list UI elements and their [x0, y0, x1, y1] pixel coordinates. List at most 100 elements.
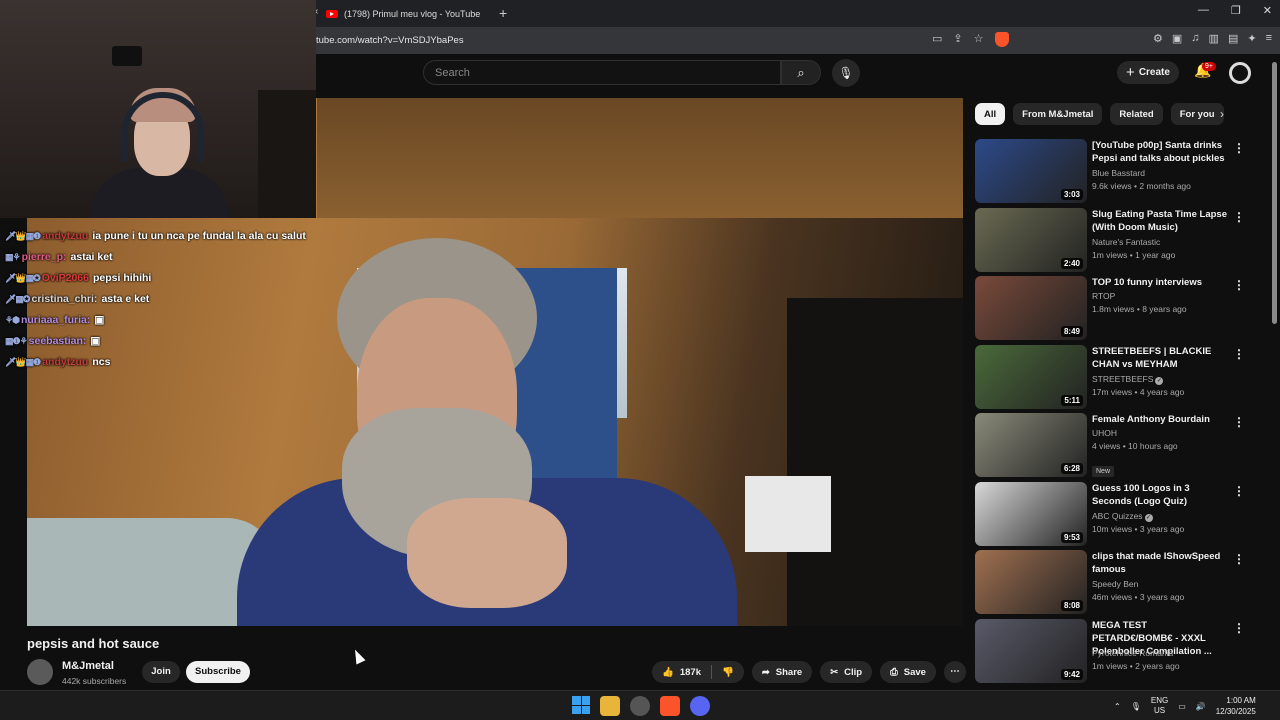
video-thumbnail[interactable]: 2:40 — [975, 207, 1087, 272]
account-avatar[interactable] — [1229, 62, 1251, 84]
wallet-icon[interactable]: ▣ — [1172, 32, 1182, 45]
join-button[interactable]: Join — [142, 661, 180, 683]
share-page-icon[interactable]: ⇪ — [953, 32, 962, 47]
network-icon[interactable]: ▭ — [1178, 702, 1186, 711]
chat-username[interactable]: OviP2066 — [42, 268, 89, 289]
video-thumbnail[interactable]: 6:28 — [975, 413, 1087, 477]
video-thumbnail[interactable]: 5:11 — [975, 344, 1087, 409]
language-indicator[interactable]: ENG US — [1151, 696, 1168, 716]
video-title-link[interactable]: Guess 100 Logos in 3 Seconds (Logo Quiz) — [1092, 482, 1230, 508]
dislike-button[interactable]: 👎 — [712, 661, 744, 683]
video-channel-row[interactable]: Blue Basstard — [1092, 168, 1145, 178]
video-thumbnail[interactable]: 9:53 — [975, 481, 1087, 546]
video-menu-icon[interactable]: ⋮ — [1233, 347, 1245, 361]
video-channel-row[interactable]: Speedy Ben — [1092, 579, 1138, 589]
video-channel-row[interactable]: RTOP — [1092, 291, 1115, 301]
chips-next-icon[interactable]: › — [1220, 107, 1224, 121]
recommended-video[interactable]: 2:40 Slug Eating Pasta Time Lapse (With D… — [975, 207, 1265, 272]
video-menu-icon[interactable]: ⋮ — [1233, 141, 1245, 155]
video-menu-icon[interactable]: ⋮ — [1233, 278, 1245, 292]
recommended-video[interactable]: 3:03 [YouTube p00p] Santa drinks Pepsi an… — [975, 139, 1265, 203]
browser-tab-youtube[interactable]: (1798) Primul meu vlog - YouTube — [326, 3, 491, 25]
sidebar-icon[interactable]: ▥ — [1209, 32, 1219, 45]
video-menu-icon[interactable]: ⋮ — [1233, 210, 1245, 224]
menu-icon[interactable]: ≡ — [1266, 32, 1272, 45]
more-actions-button[interactable]: ⋯ — [943, 661, 966, 683]
video-thumbnail[interactable]: 8:08 — [975, 550, 1087, 614]
wallet-panel-icon[interactable]: ▤ — [1228, 32, 1238, 45]
channel-name[interactable]: M&Jmetal — [62, 660, 114, 672]
recommended-video[interactable]: 6:28 Female Anthony Bourdain UHOH 4 views •… — [975, 413, 1265, 477]
recommended-video[interactable]: 9:42 MEGA TEST PETARD€/BOMB€ - XXXL Polen… — [975, 618, 1265, 683]
save-button[interactable]: ⎙ Save — [880, 661, 936, 683]
video-views-age: 17m views • 4 years ago — [1092, 386, 1185, 397]
chat-username[interactable]: andytzuu — [42, 226, 88, 247]
clock[interactable]: 1:00 AM 12/30/2025 — [1216, 695, 1256, 717]
cast-icon[interactable]: ▭ — [932, 32, 942, 47]
file-explorer-icon[interactable] — [600, 696, 620, 716]
video-title-link[interactable]: STREETBEEFS | BLACKIE CHAN vs MEYHAM — [1092, 345, 1230, 371]
video-channel-row[interactable]: STREETBEEFS ✓ — [1092, 374, 1164, 385]
recommended-video[interactable]: 5:11 STREETBEEFS | BLACKIE CHAN vs MEYHAM… — [975, 344, 1265, 409]
chip-for-you[interactable]: For you — [1170, 103, 1224, 125]
chat-username[interactable]: andytzuu — [42, 352, 88, 373]
search-button[interactable]: ⌕ — [781, 60, 821, 85]
search-input[interactable]: Search — [423, 60, 781, 85]
chat-username[interactable]: pierre_p: — [22, 247, 67, 268]
chip-all[interactable]: All — [975, 103, 1006, 125]
page-scrollbar[interactable] — [1272, 62, 1277, 324]
video-menu-icon[interactable]: ⋮ — [1233, 552, 1245, 566]
extensions-icon[interactable]: ⚙ — [1153, 32, 1163, 45]
windows-start-icon[interactable] — [572, 696, 590, 714]
music-icon[interactable]: ♫ — [1191, 32, 1199, 45]
chip-from-m-jmetal[interactable]: From M&Jmetal — [1013, 103, 1103, 125]
webcam-overlay — [0, 0, 316, 218]
chat-text: ▣ — [94, 314, 105, 326]
video-channel-row[interactable]: Nature's Fantastic — [1092, 237, 1160, 247]
chat-username[interactable]: nuriaaa_furia: — [21, 310, 90, 331]
video-channel-row[interactable]: Pyrotehnice Romania — [1092, 648, 1173, 658]
discord-icon[interactable] — [690, 696, 710, 716]
video-title-link[interactable]: Female Anthony Bourdain — [1092, 413, 1230, 426]
channel-avatar[interactable] — [27, 659, 53, 685]
new-tab-button[interactable]: + — [499, 5, 507, 21]
leo-ai-icon[interactable]: ✦ — [1247, 32, 1256, 45]
close-window-button[interactable]: ✕ — [1263, 4, 1272, 17]
obs-icon[interactable] — [630, 696, 650, 716]
video-menu-icon[interactable]: ⋮ — [1233, 484, 1245, 498]
tray-expand-icon[interactable]: ⌃ — [1114, 702, 1121, 711]
video-thumbnail[interactable]: 9:42 — [975, 618, 1087, 683]
video-menu-icon[interactable]: ⋮ — [1233, 621, 1245, 635]
headset-icon — [122, 92, 204, 162]
bookmark-icon[interactable]: ☆ — [974, 32, 984, 47]
video-title-link[interactable]: Slug Eating Pasta Time Lapse (With Doom … — [1092, 208, 1230, 234]
chat-username[interactable]: cristina_chri: — [31, 289, 97, 310]
clip-button[interactable]: ✂ Clip — [820, 661, 873, 683]
brave-browser-icon[interactable] — [660, 696, 680, 716]
voice-search-button[interactable]: 🎙 — [832, 59, 860, 87]
video-channel-row[interactable]: UHOH — [1092, 428, 1117, 438]
brave-shields-icon[interactable] — [994, 32, 1009, 47]
recommended-video[interactable]: 9:53 Guess 100 Logos in 3 Seconds (Logo Q… — [975, 481, 1265, 546]
minimize-button[interactable]: — — [1198, 4, 1209, 17]
video-box — [745, 476, 831, 552]
subscribe-button[interactable]: Subscribe — [186, 661, 250, 683]
chat-username[interactable]: seebastian: — [29, 331, 87, 352]
volume-icon[interactable]: 🔊 — [1196, 702, 1206, 711]
tray-mic-icon[interactable]: 🎙 — [1131, 702, 1141, 711]
video-channel-row[interactable]: ABC Quizzes ✓ — [1092, 511, 1153, 522]
recommended-video[interactable]: 8:08 clips that made IShowSpeed famous Spe… — [975, 550, 1265, 614]
chip-related[interactable]: Related — [1110, 103, 1163, 125]
recommended-video[interactable]: 8:49 TOP 10 funny interviews RTOP 1.8m view… — [975, 276, 1265, 340]
video-title-link[interactable]: TOP 10 funny interviews — [1092, 276, 1230, 289]
video-title-link[interactable]: clips that made IShowSpeed famous — [1092, 550, 1230, 576]
video-thumbnail[interactable]: 8:49 — [975, 276, 1087, 340]
maximize-button[interactable]: ❐ — [1231, 4, 1241, 17]
video-title-link[interactable]: [YouTube p00p] Santa drinks Pepsi and ta… — [1092, 139, 1230, 165]
url-field[interactable]: tube.com/watch?v=VmSDJYbaPes — [316, 35, 464, 46]
video-thumbnail[interactable]: 3:03 — [975, 139, 1087, 203]
create-button[interactable]: + Create — [1117, 61, 1179, 84]
like-button[interactable]: 👍 187k — [652, 661, 711, 683]
share-button[interactable]: ➦ Share — [751, 661, 813, 683]
video-menu-icon[interactable]: ⋮ — [1233, 415, 1245, 429]
